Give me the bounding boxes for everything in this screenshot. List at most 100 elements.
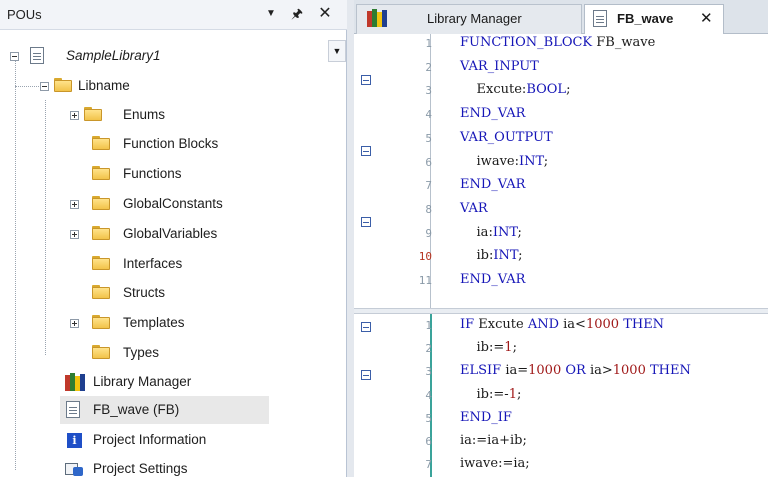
folder-icon [92, 166, 110, 180]
tree-item-structs[interactable]: Structs [68, 279, 318, 307]
close-icon[interactable]: ✕ [315, 4, 335, 24]
expand-icon[interactable] [70, 200, 79, 209]
tree-item-libname[interactable]: Libname [38, 72, 318, 100]
tree-item-project-settings[interactable]: Project Settings [60, 455, 318, 477]
folder-icon [92, 315, 110, 329]
code-line: END_VAR [460, 177, 525, 192]
folder-icon [92, 136, 110, 150]
code-line: iwave:=ia; [460, 456, 530, 471]
tree-item-label: Enums [123, 107, 166, 122]
settings-icon [65, 461, 83, 477]
tree-item-label: FB_wave (FB) [93, 402, 180, 417]
declaration-pane[interactable]: 1 FUNCTION_BLOCK FB_wave 2 VAR_INPUT 3 Excut… [354, 34, 768, 308]
code-line: iwave:INT; [460, 153, 549, 169]
code-number: 1 [504, 340, 513, 356]
code-line: IF Excute AND ia<1000 THEN [460, 317, 664, 332]
code-keyword: VAR_INPUT [460, 58, 539, 74]
tree-item-function-blocks[interactable]: Function Blocks [68, 130, 318, 158]
code-text: ib: [460, 248, 494, 264]
pin-icon[interactable]: 🖈 [287, 4, 307, 24]
fold-icon[interactable] [361, 146, 371, 156]
fold-icon[interactable] [361, 322, 371, 332]
code-text: FB_wave [592, 35, 656, 50]
code-line: FUNCTION_BLOCK FB_wave [460, 35, 655, 50]
code-line: ib:=1; [460, 340, 517, 355]
editor: Library Manager FB_wave ✕ 1 FUNCTION_BLOC… [354, 0, 768, 477]
tree-guide [45, 100, 46, 355]
code-text: iwave:=ia; [460, 456, 530, 472]
code-number: 1 [508, 386, 517, 402]
code-number: 1000 [612, 363, 646, 379]
code-line: ia:=ia+ib; [460, 433, 527, 448]
code-line: ia:INT; [460, 225, 522, 240]
tree-item-fb-wave[interactable]: FB_wave (FB) [60, 396, 269, 424]
close-tab-icon[interactable]: ✕ [700, 5, 713, 33]
tree-item-templates[interactable]: Templates [68, 309, 318, 337]
tree-item-label: Functions [123, 166, 182, 181]
code-line: END_VAR [460, 272, 525, 287]
panel-splitter[interactable] [347, 0, 354, 477]
expand-icon[interactable] [70, 111, 79, 120]
line-number: 3 [425, 365, 432, 379]
tree-dropdown-button[interactable]: ▼ [328, 40, 346, 62]
line-number: 1 [425, 37, 432, 50]
collapse-icon[interactable] [40, 82, 49, 91]
tree-item-label: Libname [78, 78, 130, 93]
line-number: 9 [425, 226, 432, 240]
tree-item-root[interactable]: SampleLibrary1 [8, 42, 323, 70]
folder-icon [84, 107, 102, 121]
fold-icon[interactable] [361, 75, 371, 85]
tree-item-label: Types [123, 345, 160, 360]
tree-item-enums[interactable]: Enums [68, 101, 318, 129]
code-keyword: END_VAR [460, 272, 526, 287]
dropdown-arrow-icon[interactable]: ▼ [261, 4, 281, 24]
line-number: 8 [425, 202, 432, 216]
code-keyword: BOOL [526, 82, 567, 98]
pou-icon [66, 401, 80, 418]
folder-icon [54, 78, 72, 92]
tab-library-manager[interactable]: Library Manager [356, 4, 582, 34]
code-text: ; [566, 82, 571, 98]
code-text: ; [517, 224, 522, 240]
code-line: ELSIF ia=1000 OR ia>1000 THEN [460, 363, 691, 378]
tree-item-interfaces[interactable]: Interfaces [68, 250, 318, 278]
folder-icon [92, 256, 110, 270]
code-keyword: ELSIF [460, 363, 502, 379]
code-text: ib:=- [460, 386, 509, 402]
implementation-pane[interactable]: 1 IF Excute AND ia<1000 THEN 2 ib:=1; 3 ELSI… [354, 314, 768, 477]
tab-bar: Library Manager FB_wave ✕ [354, 0, 768, 34]
code-keyword: INT [492, 224, 518, 240]
code-keyword: INT [493, 248, 519, 264]
code-text: ia:=ia+ib; [460, 433, 527, 448]
code-line: ib:INT; [460, 248, 523, 263]
tree-item-global-constants[interactable]: GlobalConstants [68, 190, 318, 218]
tab-fb-wave[interactable]: FB_wave ✕ [584, 4, 724, 34]
collapse-icon[interactable] [10, 52, 19, 61]
code-line: Excute:BOOL; [460, 82, 571, 98]
tree-item-label: Structs [123, 285, 166, 300]
tree-item-label: Project Settings [93, 461, 188, 476]
tree-guide [15, 55, 16, 470]
line-number: 2 [425, 60, 432, 74]
line-number: 6 [425, 155, 432, 169]
code-line: VAR_OUTPUT [460, 130, 553, 145]
pous-header: POUs ▼ 🖈 ✕ [0, 0, 347, 30]
code-text: ia> [585, 363, 613, 379]
library-manager-icon [367, 9, 387, 27]
code-text: Excute: [460, 82, 527, 98]
tree-item-project-information[interactable]: i Project Information [60, 426, 318, 454]
fold-icon[interactable] [361, 217, 371, 227]
expand-icon[interactable] [70, 230, 79, 239]
code-line: VAR [460, 201, 488, 216]
code-text: ; [516, 386, 522, 402]
line-number: 7 [425, 458, 432, 472]
expand-icon[interactable] [70, 319, 79, 328]
tree-item-library-manager[interactable]: Library Manager [60, 368, 318, 396]
fold-icon[interactable] [361, 370, 371, 380]
line-number: 1 [425, 319, 432, 332]
code-keyword: VAR [460, 200, 488, 216]
tree-item-global-variables[interactable]: GlobalVariables [68, 220, 318, 248]
tree-item-types[interactable]: Types [68, 339, 318, 367]
code-text: ; [543, 153, 549, 169]
tree-item-functions[interactable]: Functions [68, 160, 318, 188]
